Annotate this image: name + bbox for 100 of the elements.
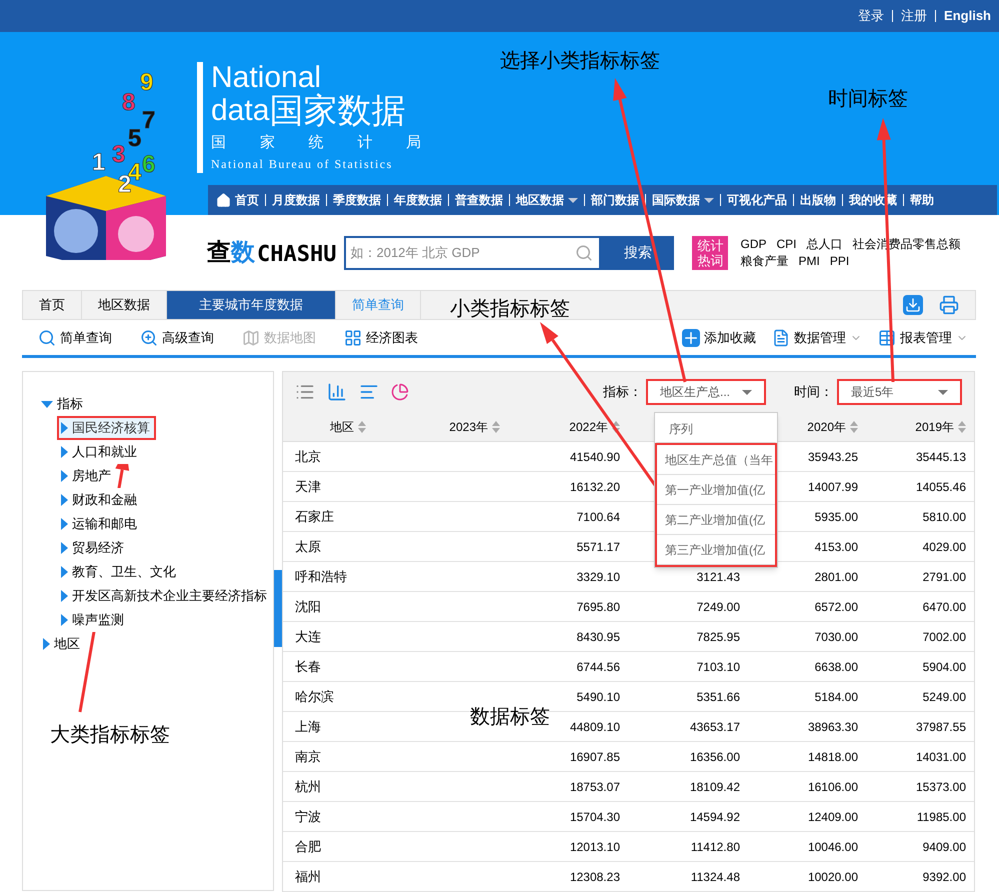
nav-item[interactable]: 普查数据 (455, 191, 503, 209)
column-header[interactable]: 2019年 (866, 412, 974, 442)
dropdown-option[interactable]: 地区生产总值（当年 (657, 445, 775, 475)
table-cell: 16132.20 (508, 472, 628, 502)
download-icon[interactable] (903, 295, 923, 315)
table-cell: 10020.00 (748, 862, 866, 892)
hot-word-link[interactable]: 粮食产量 (740, 252, 788, 270)
sort-icon[interactable] (358, 420, 366, 432)
nav-item[interactable]: 国际数据 (652, 191, 714, 209)
table-cell: 6470.00 (866, 592, 974, 622)
top-link[interactable]: English (944, 6, 991, 26)
table-cell: 7695.80 (508, 592, 628, 622)
table-cell: 沈阳 (283, 592, 413, 622)
column-header[interactable]: 2022年 (508, 412, 628, 442)
printer-icon[interactable] (939, 295, 959, 315)
table-cell: 5571.17 (508, 532, 628, 562)
annotation-label: 选择小类指标标签 (500, 49, 660, 74)
hot-word-link[interactable]: 总人口 (806, 236, 843, 252)
tree-item[interactable]: 国民经济核算 (57, 416, 156, 440)
dropdown-option[interactable]: 序列 (655, 413, 777, 443)
dropdown-option[interactable]: 第一产业增加值(亿 (657, 475, 775, 505)
table-cell: 2791.00 (866, 562, 974, 592)
table-cell: 7030.00 (748, 622, 866, 652)
indicator-select[interactable]: 地区生产总... (646, 379, 766, 405)
table-cell: 11412.80 (628, 832, 748, 862)
table-cell: 8430.95 (508, 622, 628, 652)
dropdown-option[interactable]: 第二产业增加值(亿 (657, 505, 775, 535)
map-icon (242, 328, 260, 346)
column-header[interactable]: 地区 (283, 412, 413, 442)
breadcrumb-item[interactable]: 首页 (23, 291, 82, 319)
table-cell: 15704.30 (508, 802, 628, 832)
expanded-caret-icon (41, 400, 53, 408)
hot-word-link[interactable]: PPI (830, 252, 850, 270)
table-cell: 11985.00 (866, 802, 974, 832)
search-field[interactable]: 如：2012年 北京 GDP (344, 236, 602, 270)
table-cell: 18109.42 (628, 772, 748, 802)
table-cell: 38963.30 (748, 712, 866, 742)
site-logo: National data国家数据 国 家 统 计 局 National Bureau of Statistics (197, 62, 421, 172)
bar-chart-icon[interactable] (327, 382, 347, 402)
sort-icon[interactable] (850, 420, 858, 432)
table-cell: 35445.13 (866, 442, 974, 472)
table-cell: 16907.85 (508, 742, 628, 772)
nav-item[interactable]: 地区数据 (516, 191, 578, 209)
table-cell: 14055.46 (866, 472, 974, 502)
sort-icon[interactable] (612, 420, 620, 432)
search-button[interactable]: 搜索 (601, 236, 674, 270)
chashu-logo: 查数CHASHU (207, 238, 336, 268)
column-header[interactable]: 2023年 (413, 412, 508, 442)
nav-item[interactable]: 月度数据 (272, 191, 320, 209)
table-cell: 12308.23 (508, 862, 628, 892)
table-cell: 6638.00 (748, 652, 866, 682)
toolbar-link[interactable]: 数据管理 (772, 328, 862, 348)
sort-icon[interactable] (492, 420, 500, 432)
annotation-label: 时间标签 (828, 87, 908, 112)
toolbar-link[interactable]: 经济图表 (344, 328, 418, 348)
table-cell: 14594.92 (628, 802, 748, 832)
nav-item[interactable]: 首页 (216, 191, 259, 209)
table-cell: 5184.00 (748, 682, 866, 712)
table-cell: 南京 (283, 742, 413, 772)
top-link[interactable]: 登录 (858, 6, 884, 26)
add-icon (682, 328, 700, 346)
sort-icon[interactable] (958, 420, 966, 432)
hot-words-badge: 统计 热词 (692, 236, 728, 270)
nav-item[interactable]: 年度数据 (394, 191, 442, 209)
nav-item[interactable]: 帮助 (910, 191, 934, 209)
toolbar-link[interactable]: 简单查询 (38, 328, 112, 348)
home-icon (216, 192, 231, 208)
nav-item[interactable]: 可视化产品 (727, 191, 787, 209)
table-cell: 6744.56 (508, 652, 628, 682)
hot-word-link[interactable]: GDP (740, 236, 766, 252)
dropdown-caret-icon (704, 198, 714, 202)
annotation-label: 小类指标标签 (450, 297, 570, 322)
table-cell: 18753.07 (508, 772, 628, 802)
breadcrumb-item[interactable]: 主要城市年度数据 (167, 291, 336, 319)
pie-chart-icon[interactable] (391, 383, 409, 401)
table-cell: 太原 (283, 532, 413, 562)
dropdown-option[interactable]: 第三产业增加值(亿 (657, 535, 775, 565)
table-cell: 5810.00 (866, 502, 974, 532)
table-cell: 15373.00 (866, 772, 974, 802)
table-cell: 14031.00 (866, 742, 974, 772)
toolbar-link[interactable]: 高级查询 (140, 328, 214, 348)
search-icon[interactable] (575, 244, 594, 262)
time-label: 时间： (794, 383, 833, 402)
nav-item[interactable]: 季度数据 (333, 191, 381, 209)
toolbar-link[interactable]: 报表管理 (878, 328, 968, 348)
table-cell: 9409.00 (866, 832, 974, 862)
toolbar-link[interactable]: 添加收藏 (682, 328, 756, 348)
table-cell: 16356.00 (628, 742, 748, 772)
time-select[interactable]: 最近5年 (837, 379, 962, 405)
table-cell: 宁波 (283, 802, 413, 832)
nav-item[interactable]: 出版物 (800, 191, 836, 209)
scroll-handle[interactable] (274, 570, 282, 647)
hot-word-link[interactable]: PMI (798, 252, 820, 270)
hot-word-link[interactable]: CPI (776, 236, 797, 252)
table-cell: 37987.55 (866, 712, 974, 742)
table-cell: 7100.64 (508, 502, 628, 532)
nav-item[interactable]: 部门数据 (591, 191, 639, 209)
top-link[interactable]: 注册 (901, 6, 928, 26)
table-cell: 5249.00 (866, 682, 974, 712)
table-cell: 3329.10 (508, 562, 628, 592)
